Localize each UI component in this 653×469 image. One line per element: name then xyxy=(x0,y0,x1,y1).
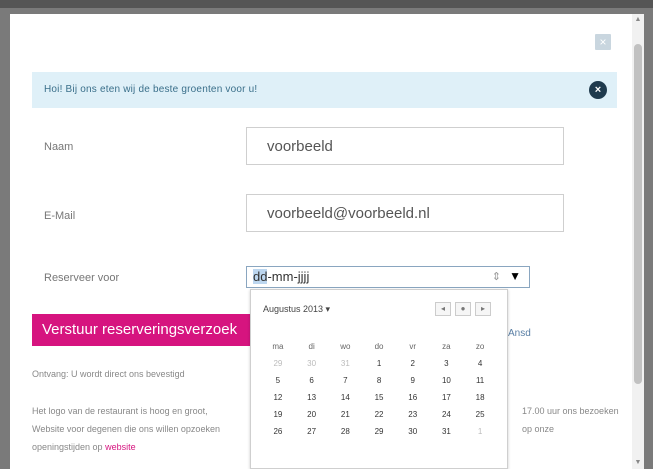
calendar-day[interactable]: 30 xyxy=(396,423,430,440)
scroll-up-icon[interactable]: ▲ xyxy=(632,14,644,26)
calendar-day[interactable]: 21 xyxy=(328,406,362,423)
calendar-day[interactable]: 19 xyxy=(261,406,295,423)
calendar-day[interactable]: 12 xyxy=(261,389,295,406)
dropdown-arrow-icon[interactable]: ▼ xyxy=(509,269,521,283)
calendar-day[interactable]: 1 xyxy=(362,355,396,372)
body-text-line1: Het logo van de restaurant is hoog en gr… xyxy=(32,406,208,416)
weekday-label: vr xyxy=(409,342,417,351)
week-row: 26 27 28 29 30 31 1 xyxy=(261,423,497,440)
weekday-label: wo xyxy=(340,342,351,351)
name-field[interactable]: voorbeeld xyxy=(246,127,564,165)
week-row: 5 6 7 8 9 10 11 xyxy=(261,372,497,389)
calendar-day[interactable]: 2 xyxy=(396,355,430,372)
close-icon[interactable]: × xyxy=(595,34,611,50)
weekday-label: di xyxy=(308,342,315,351)
calendar-day[interactable]: 1 xyxy=(463,423,497,440)
info-text: Hoi! Bij ons eten wij de beste groenten … xyxy=(44,84,258,95)
email-label: E-Mail xyxy=(44,210,76,222)
calendar-day[interactable]: 25 xyxy=(463,406,497,423)
calendar-day[interactable]: 17 xyxy=(430,389,464,406)
week-row: 29 30 31 1 2 3 4 xyxy=(261,355,497,372)
reservation-modal: × Hoi! Bij ons eten wij de beste groente… xyxy=(10,14,632,469)
email-field[interactable]: voorbeeld@voorbeeld.nl xyxy=(246,194,564,232)
calendar-today-button[interactable]: ● xyxy=(455,302,471,316)
calendar-day[interactable]: 10 xyxy=(430,372,464,389)
calendar-month-select[interactable]: Augustus 2013 ▾ xyxy=(263,304,330,315)
scroll-down-icon[interactable]: ▼ xyxy=(632,457,644,469)
week-row: 12 13 14 15 16 17 18 xyxy=(261,389,497,406)
name-value: voorbeeld xyxy=(267,138,333,155)
calendar-day[interactable]: 24 xyxy=(430,406,464,423)
calendar-day[interactable]: 14 xyxy=(328,389,362,406)
calendar-day[interactable]: 16 xyxy=(396,389,430,406)
calendar-prev-button[interactable]: ◂ xyxy=(435,302,451,316)
weekday-label: ma xyxy=(272,342,284,351)
reserve-label: Reserveer voor xyxy=(44,272,120,284)
body-text-line3: openingstijden op website xyxy=(32,442,136,452)
cancel-link[interactable]: Ansd xyxy=(508,328,531,339)
calendar-grid: ma di wo do vr za zo 29 30 31 1 2 3 4 5 … xyxy=(261,338,497,440)
confirm-text: Ontvang: U wordt direct ons bevestigd xyxy=(32,369,185,379)
calendar-day[interactable]: 26 xyxy=(261,423,295,440)
email-value: voorbeeld@voorbeeld.nl xyxy=(267,205,430,222)
body-text-prefix: openingstijden op xyxy=(32,442,103,452)
calendar-day[interactable]: 6 xyxy=(295,372,329,389)
info-alert: Hoi! Bij ons eten wij de beste groenten … xyxy=(32,72,617,108)
calendar-day[interactable]: 29 xyxy=(362,423,396,440)
calendar-day[interactable]: 15 xyxy=(362,389,396,406)
calendar-day[interactable]: 20 xyxy=(295,406,329,423)
calendar-day[interactable]: 11 xyxy=(463,372,497,389)
calendar-day[interactable]: 5 xyxy=(261,372,295,389)
website-link[interactable]: website xyxy=(105,442,136,452)
name-label: Naam xyxy=(44,141,74,153)
calendar-day[interactable]: 23 xyxy=(396,406,430,423)
date-picker-calendar: Augustus 2013 ▾ ◂ ● ▸ ma di wo do vr za … xyxy=(250,289,508,469)
calendar-day[interactable]: 9 xyxy=(396,372,430,389)
date-spinner-icon[interactable]: ⇕ xyxy=(492,270,501,283)
body-text-line2: Website voor degenen die ons willen opzo… xyxy=(32,424,220,434)
calendar-day[interactable]: 3 xyxy=(430,355,464,372)
top-bar xyxy=(0,0,653,8)
date-input[interactable]: dd-mm-jjjj ⇕ ▼ xyxy=(246,266,530,288)
calendar-day[interactable]: 27 xyxy=(295,423,329,440)
calendar-day[interactable]: 8 xyxy=(362,372,396,389)
weekday-label: zo xyxy=(475,342,485,351)
calendar-day[interactable]: 13 xyxy=(295,389,329,406)
date-rest-segment: -mm-jjjj xyxy=(267,269,310,284)
body-text-right2: op onze xyxy=(522,424,555,434)
scrollbar-thumb[interactable] xyxy=(634,44,642,384)
body-text-right1: 17.00 uur ons bezoeken xyxy=(522,406,619,416)
calendar-day[interactable]: 28 xyxy=(328,423,362,440)
calendar-day[interactable]: 7 xyxy=(328,372,362,389)
submit-reservation-button[interactable]: Verstuur reserveringsverzoek xyxy=(32,314,272,346)
calendar-day[interactable]: 30 xyxy=(295,355,329,372)
calendar-day[interactable]: 22 xyxy=(362,406,396,423)
weekday-row: ma di wo do vr za zo xyxy=(261,338,497,355)
calendar-next-button[interactable]: ▸ xyxy=(475,302,491,316)
calendar-day[interactable]: 31 xyxy=(430,423,464,440)
calendar-day[interactable]: 29 xyxy=(261,355,295,372)
weekday-label: do xyxy=(374,342,384,351)
info-close-icon[interactable]: × xyxy=(589,81,607,99)
weekday-label: za xyxy=(442,342,451,351)
calendar-day[interactable]: 18 xyxy=(463,389,497,406)
week-row: 19 20 21 22 23 24 25 xyxy=(261,406,497,423)
calendar-day[interactable]: 4 xyxy=(463,355,497,372)
date-day-segment[interactable]: dd xyxy=(253,269,268,284)
date-placeholder: dd-mm-jjjj xyxy=(253,269,309,284)
scrollbar[interactable]: ▲ ▼ xyxy=(632,14,644,469)
calendar-day[interactable]: 31 xyxy=(328,355,362,372)
